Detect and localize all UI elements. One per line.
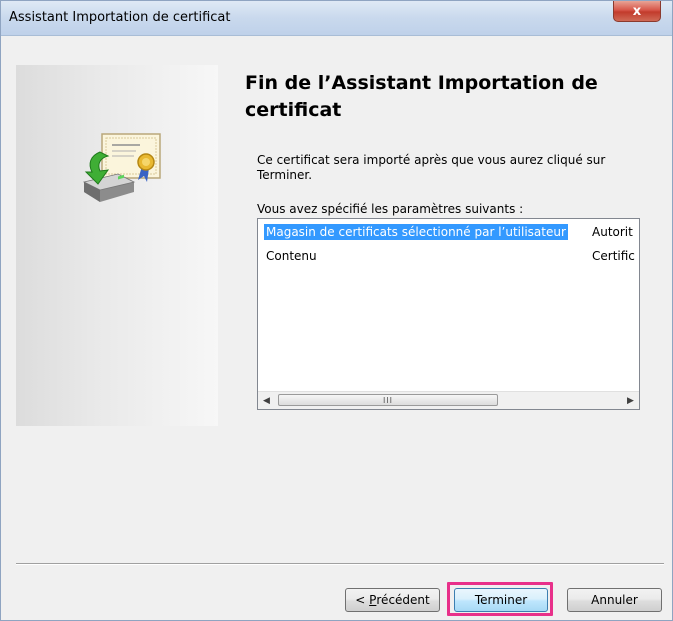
seal-center-shape (142, 158, 150, 166)
button-separator (16, 563, 664, 565)
list-item[interactable]: Contenu Certific (258, 247, 639, 265)
previous-button-prefix: < (355, 593, 370, 607)
cancel-button[interactable]: Annuler (567, 588, 662, 612)
finish-button-highlight (447, 582, 553, 616)
horizontal-scrollbar[interactable]: ◀ III ▶ (258, 391, 639, 409)
list-item-value: Autorit (592, 225, 633, 239)
certificate-import-icon (82, 133, 161, 202)
previous-button-label: récédent (376, 593, 430, 607)
list-item-name: Contenu (266, 249, 317, 263)
description-text: Ce certificat sera importé après que vou… (257, 153, 606, 182)
page-title: Fin de l’Assistant Importation de certif… (245, 72, 598, 121)
list-item-name: Magasin de certificats sélectionné par l… (264, 224, 568, 240)
list-item[interactable]: Magasin de certificats sélectionné par l… (258, 223, 639, 241)
scroll-left-arrow-icon[interactable]: ◀ (258, 392, 275, 409)
scrollbar-grip: III (382, 395, 394, 405)
settings-list[interactable]: Magasin de certificats sélectionné par l… (257, 218, 640, 410)
wizard-side-panel (16, 65, 218, 426)
list-item-value: Certific (592, 249, 635, 263)
window-title: Assistant Importation de certificat (9, 10, 231, 25)
cancel-button-label: Annuler (591, 593, 638, 607)
previous-button[interactable]: < Précédent (345, 588, 440, 612)
close-button[interactable]: x (613, 1, 661, 22)
close-icon: x (632, 3, 642, 19)
previous-button-mnemonic: P (369, 593, 377, 607)
title-bar[interactable]: Assistant Importation de certificat x (1, 1, 672, 36)
scrollbar-thumb[interactable]: III (278, 394, 498, 406)
params-label: Vous avez spécifié les paramètres suivan… (257, 202, 524, 216)
scroll-right-arrow-icon[interactable]: ▶ (622, 392, 639, 409)
